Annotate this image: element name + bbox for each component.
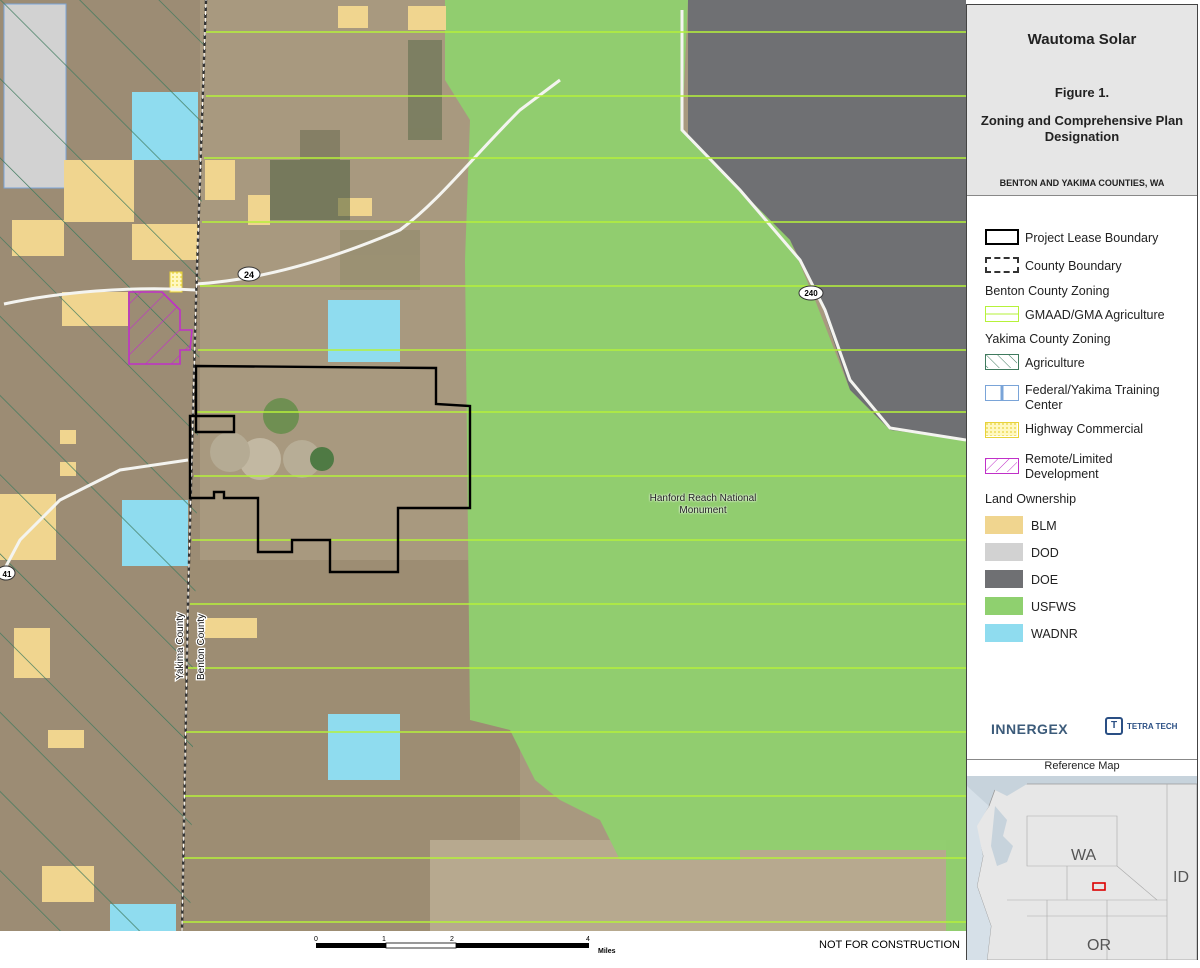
location-label: BENTON AND YAKIMA COUNTIES, WA: [999, 178, 1165, 188]
benton-zoning-heading: Benton County Zoning: [985, 284, 1110, 298]
federal-training-swatch: [985, 385, 1019, 401]
wadnr-swatch: [985, 624, 1023, 642]
highway-240-shield: 240: [798, 285, 824, 301]
usfws-swatch: [985, 597, 1023, 615]
hanford-reach-label: Hanford Reach National Monument: [649, 493, 757, 516]
land-ownership-heading: Land Ownership: [985, 492, 1077, 506]
innergex-logo: INNERGEX: [991, 721, 1069, 737]
remote-limited-label: Remote/Limited Development: [1025, 452, 1113, 481]
figure-subtitle: Zoning and Comprehensive Plan Designatio…: [980, 113, 1184, 144]
doe-label: DOE: [1031, 573, 1059, 587]
reference-wa-label: WA: [1071, 847, 1097, 864]
scale-tick-0: 0: [314, 936, 318, 943]
gmaad-swatch: [985, 306, 1019, 322]
usfws-label: USFWS: [1031, 600, 1077, 614]
scale-tick-4: 4: [586, 936, 590, 943]
gmaad-label: GMAAD/GMA Agriculture: [1025, 308, 1165, 322]
wadnr-label: WADNR: [1031, 627, 1078, 641]
yakima-agriculture-hatch: [0, 0, 205, 931]
project-title: Wautoma Solar: [1027, 31, 1137, 48]
dod-swatch: [985, 543, 1023, 561]
agriculture-label: Agriculture: [1025, 356, 1085, 370]
reference-map: WA ID OR: [967, 776, 1197, 960]
highway-241-shield: 41: [0, 565, 16, 581]
map-svg: 24 240 41 Yakima County Benton County: [0, 0, 966, 931]
county-boundary-swatch: [985, 257, 1019, 273]
dod-label: DOD: [1031, 546, 1059, 560]
scale-bar: 0 1 2 4 Miles NOT FOR CONSTRUCTION: [0, 931, 966, 961]
tetratech-logo: TETRA TECH: [1127, 722, 1178, 731]
not-for-construction: NOT FOR CONSTRUCTION: [819, 939, 960, 951]
scale-tick-1: 1: [382, 936, 386, 943]
tetratech-logo-icon: T: [1105, 717, 1123, 735]
reference-map-title: Reference Map: [967, 759, 1197, 777]
benton-county-label: Benton County: [196, 614, 207, 680]
project-lease-label: Project Lease Boundary: [1025, 231, 1159, 245]
project-lease-swatch: [985, 229, 1019, 245]
doe-swatch: [985, 570, 1023, 588]
blm-swatch: [985, 516, 1023, 534]
highway-commercial-swatch: [985, 422, 1019, 438]
reference-or-label: OR: [1087, 937, 1111, 954]
county-boundary-label: County Boundary: [1025, 259, 1122, 273]
reference-id-label: ID: [1173, 869, 1189, 886]
blm-label: BLM: [1031, 519, 1057, 533]
svg-text:24: 24: [244, 270, 254, 280]
svg-text:240: 240: [804, 289, 818, 298]
highway-commercial-label: Highway Commercial: [1025, 422, 1144, 436]
figure-number: Figure 1.: [1054, 85, 1110, 100]
federal-training-label: Federal/Yakima Training Center: [1025, 383, 1160, 412]
legend: Project Lease Boundary County Boundary B…: [967, 201, 1197, 746]
scale-unit: Miles: [598, 948, 616, 955]
remote-limited-swatch: [985, 458, 1019, 474]
agriculture-swatch: [985, 354, 1019, 370]
highway-24-shield: 24: [237, 266, 261, 282]
yakima-county-label: Yakima County: [175, 613, 186, 680]
side-panel: Wautoma Solar Figure 1. Zoning and Compr…: [966, 4, 1198, 960]
title-block: Wautoma Solar Figure 1. Zoning and Compr…: [967, 5, 1197, 196]
svg-text:41: 41: [3, 570, 12, 579]
scale-tick-2: 2: [450, 936, 454, 943]
yakima-zoning-heading: Yakima County Zoning: [985, 332, 1111, 346]
map-canvas[interactable]: 24 240 41 Yakima County Benton County Ha…: [0, 0, 966, 931]
